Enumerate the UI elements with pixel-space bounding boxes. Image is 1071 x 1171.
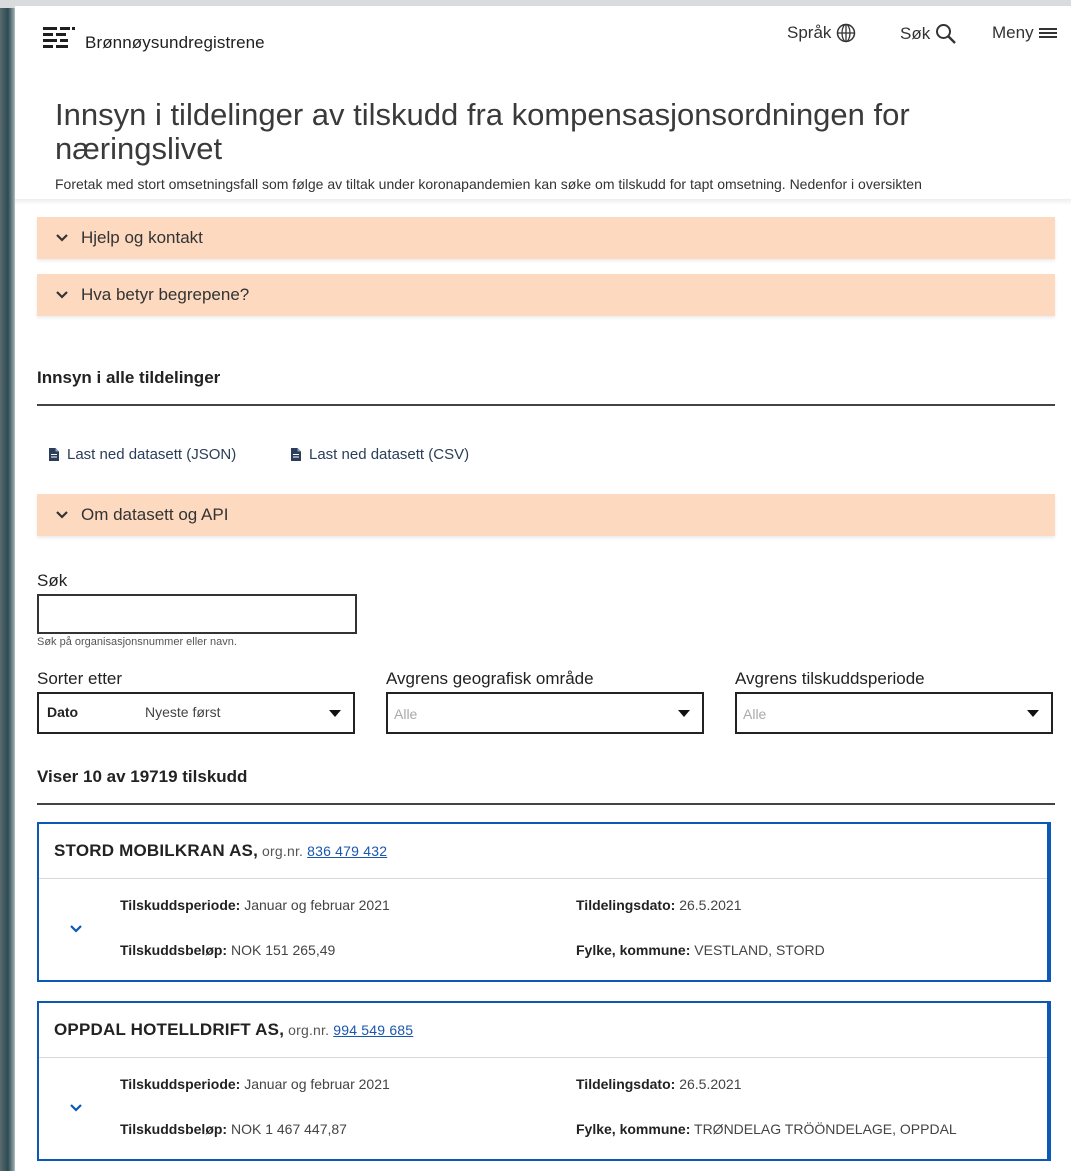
card-divider	[39, 878, 1047, 879]
result-card: OPPDAL HOTELLDRIFT AS, org.nr. 994 549 685…	[37, 1001, 1051, 1161]
chevron-down-icon	[55, 290, 69, 300]
period-select[interactable]: Alle	[735, 692, 1053, 734]
org-label: org.nr.	[288, 1022, 330, 1038]
caret-down-icon	[1027, 710, 1039, 717]
chevron-down-icon	[70, 925, 82, 933]
org-label: org.nr.	[262, 843, 304, 859]
download-json-label: Last ned datasett (JSON)	[67, 446, 237, 463]
expand-toggle[interactable]	[69, 1103, 83, 1113]
divider	[37, 404, 1055, 406]
globe-icon	[837, 23, 856, 43]
search-button-label: Søk	[900, 24, 931, 43]
period-field: Tilskuddsperiode: Januar og februar 2021	[120, 1076, 390, 1092]
period-placeholder: Alle	[743, 706, 767, 722]
expand-toggle[interactable]	[69, 924, 83, 934]
period-label: Avgrens tilskuddsperiode	[735, 669, 925, 688]
logo-text: Brønnøysundregistrene	[85, 33, 265, 52]
period-value: Januar og februar 2021	[244, 1076, 390, 1092]
document-icon	[49, 448, 59, 461]
amount-value: NOK 1 467 447,87	[230, 1121, 347, 1137]
result-count: Viser 10 av 19719 tilskudd	[37, 767, 248, 786]
county-value: TRØNDELAG TRÖÖNDELAGE, OPPDAL	[694, 1121, 957, 1137]
geo-label: Avgrens geografisk område	[386, 669, 594, 688]
amount-field: Tilskuddsbeløp: NOK 151 265,49	[120, 942, 336, 958]
hamburger-icon	[1038, 28, 1057, 38]
result-card: STORD MOBILKRAN AS, org.nr. 836 479 432 Ti…	[37, 822, 1051, 982]
county-value: VESTLAND, STORD	[694, 942, 825, 958]
divider	[37, 803, 1055, 805]
search-button[interactable]: Søk	[900, 23, 957, 45]
language-button[interactable]: Språk	[787, 23, 856, 43]
accordion-terms[interactable]: Hva betyr begrepene?	[37, 274, 1055, 316]
period-value: Januar og februar 2021	[244, 897, 390, 913]
chevron-down-icon	[55, 510, 69, 520]
amount-value: NOK 151 265,49	[230, 942, 336, 958]
date-value: 26.5.2021	[679, 897, 742, 913]
period-field: Tilskuddsperiode: Januar og februar 2021	[120, 897, 390, 913]
accordion-api-label: Om datasett og API	[81, 505, 229, 524]
download-json-link[interactable]: Last ned datasett (JSON)	[49, 446, 236, 463]
org-number-link[interactable]: 836 479 432	[307, 843, 387, 859]
caret-down-icon	[678, 710, 690, 717]
company-name: OPPDAL HOTELLDRIFT AS,	[54, 1020, 285, 1039]
sort-field: Dato	[47, 704, 79, 720]
amount-field: Tilskuddsbeløp: NOK 1 467 447,87	[120, 1121, 347, 1137]
chevron-down-icon	[70, 1104, 82, 1112]
date-field: Tildelingsdato: 26.5.2021	[576, 897, 742, 913]
caret-down-icon	[329, 710, 341, 717]
accordion-api[interactable]: Om datasett og API	[37, 494, 1055, 536]
menu-label: Meny	[992, 23, 1034, 42]
download-csv-label: Last ned datasett (CSV)	[309, 446, 470, 463]
card-divider	[39, 1057, 1047, 1058]
accordion-terms-label: Hva betyr begrepene?	[81, 285, 250, 304]
page-lead: Foretak med stort omsetningsfall som føl…	[55, 176, 922, 192]
site-logo[interactable]: Brønnøysundregistrene	[43, 27, 265, 51]
org-number-link[interactable]: 994 549 685	[333, 1022, 413, 1038]
accordion-help-label: Hjelp og kontakt	[81, 228, 203, 247]
search-hint: Søk på organisasjonsnummer eller navn.	[37, 636, 237, 648]
sort-select[interactable]: Dato Nyeste først	[37, 692, 355, 734]
logo-icon	[43, 27, 75, 51]
county-field: Fylke, kommune: VESTLAND, STORD	[576, 942, 825, 958]
page-title: Innsyn i tildelinger av tilskudd fra kom…	[55, 97, 910, 166]
sort-label: Sorter etter	[37, 669, 123, 688]
sort-order: Nyeste først	[145, 704, 221, 720]
company-name: STORD MOBILKRAN AS,	[54, 841, 259, 860]
search-input[interactable]	[37, 594, 357, 634]
lead-fade	[15, 199, 1071, 205]
page: Brønnøysundregistrene Språk Søk Meny Inn…	[15, 6, 1071, 1171]
language-label: Språk	[787, 23, 832, 42]
chevron-down-icon	[55, 233, 69, 243]
document-icon	[291, 448, 301, 461]
accordion-help[interactable]: Hjelp og kontakt	[37, 217, 1055, 259]
search-label: Søk	[37, 571, 68, 590]
section-heading: Innsyn i alle tildelinger	[37, 368, 221, 387]
company-line: STORD MOBILKRAN AS, org.nr. 836 479 432	[54, 841, 387, 861]
search-icon	[936, 24, 957, 44]
company-line: OPPDAL HOTELLDRIFT AS, org.nr. 994 549 685	[54, 1020, 413, 1040]
menu-button[interactable]: Meny	[992, 23, 1057, 43]
date-value: 26.5.2021	[679, 1076, 742, 1092]
geo-placeholder: Alle	[394, 706, 418, 722]
download-csv-link[interactable]: Last ned datasett (CSV)	[291, 446, 469, 463]
geo-select[interactable]: Alle	[386, 692, 704, 734]
date-field: Tildelingsdato: 26.5.2021	[576, 1076, 742, 1092]
county-field: Fylke, kommune: TRØNDELAG TRÖÖNDELAGE, O…	[576, 1121, 957, 1137]
